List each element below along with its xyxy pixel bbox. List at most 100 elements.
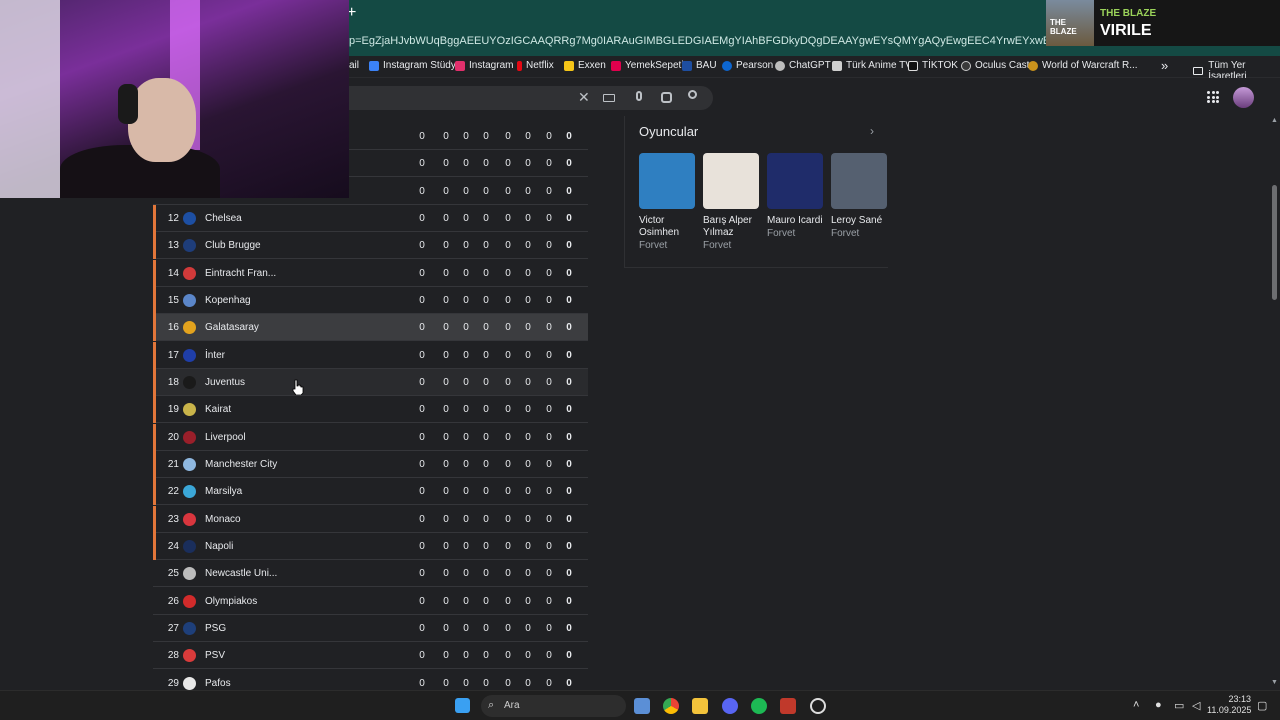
team-name[interactable]: Liverpool [205, 432, 246, 443]
table-row[interactable]: 14 Eintracht Fran... 0 0 0 0 0 0 0 0 [153, 259, 588, 287]
discord-icon[interactable] [722, 698, 738, 714]
players-next-button[interactable]: › [870, 124, 874, 138]
bookmark-chatgpt[interactable]: ChatGPT [775, 60, 831, 71]
stat-cell: 0 [483, 486, 489, 498]
table-row[interactable]: 16 Galatasaray 0 0 0 0 0 0 0 0 [153, 314, 588, 342]
team-name[interactable]: Newcastle Uni... [205, 568, 277, 579]
mic-icon[interactable]: ● [1155, 699, 1162, 711]
team-crest-icon [183, 512, 196, 526]
clock[interactable]: 23:13 11.09.2025 [1207, 694, 1251, 716]
scrollbar-thumb[interactable] [1272, 185, 1277, 300]
stat-cell: 0 [546, 486, 552, 498]
team-name[interactable]: Monaco [205, 514, 241, 525]
table-row[interactable]: 19 Kairat 0 0 0 0 0 0 0 0 [153, 396, 588, 424]
bookmark-netflix[interactable]: Netflix [517, 60, 554, 71]
team-name[interactable]: PSG [205, 623, 226, 634]
windows-start-icon[interactable] [455, 698, 470, 713]
table-row[interactable]: 12 Chelsea 0 0 0 0 0 0 0 0 [153, 204, 588, 232]
stat-cell: 0 [443, 458, 449, 470]
table-row[interactable]: 13 Club Brugge 0 0 0 0 0 0 0 0 [153, 232, 588, 260]
table-row[interactable]: 27 PSG 0 0 0 0 0 0 0 0 [153, 615, 588, 642]
table-row[interactable]: 23 Monaco 0 0 0 0 0 0 0 0 [153, 505, 588, 533]
stat-cell: 0 [525, 267, 531, 279]
scroll-up-arrow[interactable]: ▲ [1271, 117, 1278, 124]
taskview-icon[interactable] [634, 698, 650, 714]
files-icon[interactable] [692, 698, 708, 714]
bookmark-exxen[interactable]: Exxen [564, 60, 606, 71]
app-icon[interactable] [780, 698, 796, 714]
tray-chevron-icon[interactable]: ˄ [1133, 699, 1139, 711]
team-name[interactable]: PSV [205, 650, 225, 661]
search-icon[interactable] [688, 90, 697, 99]
table-row[interactable]: 26 Olympiakos 0 0 0 0 0 0 0 0 [153, 588, 588, 615]
team-name[interactable]: Chelsea [205, 213, 242, 224]
stat-cell: 0 [443, 650, 449, 662]
player-photo [831, 153, 887, 209]
player-card[interactable]: Victor Osimhen Forvet [639, 153, 697, 251]
team-name[interactable]: Kopenhag [205, 295, 251, 306]
table-row[interactable]: 21 Manchester City 0 0 0 0 0 0 0 0 [153, 450, 588, 478]
team-name[interactable]: Napoli [205, 541, 233, 552]
chrome-icon[interactable] [663, 698, 679, 714]
stat-cell: 0 [463, 431, 469, 443]
bookmark-instagram[interactable]: Instagram [455, 60, 513, 71]
url-text[interactable]: p=EgZjaHJvbWUqBggAEEUYOzIGCAAQRRg7Mg0IAR… [349, 35, 1049, 47]
search-input[interactable]: ✕ [349, 86, 713, 110]
table-row[interactable]: 17 İnter 0 0 0 0 0 0 0 0 [153, 341, 588, 369]
bookmark-yemeksepeti[interactable]: YemekSepeti [611, 60, 684, 71]
stat-cell: 0 [443, 486, 449, 498]
stat-cell: 0 [505, 431, 511, 443]
stat-cell: 0 [443, 185, 449, 197]
team-name[interactable]: Juventus [205, 377, 245, 388]
network-icon[interactable]: ▭ [1174, 699, 1184, 712]
team-name[interactable]: Club Brugge [205, 240, 261, 251]
stat-cell: 0 [419, 513, 425, 525]
player-card[interactable]: Leroy Sané Forvet [831, 153, 889, 239]
rank-number: 23 [167, 513, 179, 525]
scroll-down-arrow[interactable]: ▼ [1271, 679, 1278, 686]
bookmark-world-of-warcraft[interactable]: World of Warcraft R... [1028, 60, 1138, 71]
stat-cell: 0 [419, 185, 425, 197]
bookmark-tiktok[interactable]: TİKTOK [908, 60, 958, 71]
bookmark-turk-anime-tv[interactable]: Türk Anime TV [832, 60, 912, 71]
team-name[interactable]: İnter [205, 350, 225, 361]
stat-cell: 0 [505, 376, 511, 388]
table-row[interactable]: 24 Napoli 0 0 0 0 0 0 0 0 [153, 532, 588, 560]
bookmark-oculus-cast[interactable]: Oculus Cast [961, 60, 1029, 71]
bookmark-instagram-studyo[interactable]: Instagram Stüdyo [369, 60, 461, 71]
table-row[interactable]: 22 Marsilya 0 0 0 0 0 0 0 0 [153, 478, 588, 506]
team-name[interactable]: Eintracht Fran... [205, 268, 276, 279]
keyboard-icon[interactable] [603, 94, 615, 102]
table-row[interactable]: 15 Kopenhag 0 0 0 0 0 0 0 0 [153, 286, 588, 314]
google-apps-icon[interactable] [1207, 91, 1219, 103]
team-name[interactable]: Marsilya [205, 486, 242, 497]
qualification-marker [153, 368, 156, 396]
team-name[interactable]: Galatasaray [205, 322, 259, 333]
table-row[interactable]: 25 Newcastle Uni... 0 0 0 0 0 0 0 0 [153, 560, 588, 588]
lens-icon[interactable] [661, 92, 672, 103]
rank-number: 29 [167, 677, 179, 689]
table-row[interactable]: 18 Juventus 0 0 0 0 0 0 0 0 [153, 368, 588, 396]
team-name[interactable]: Manchester City [205, 459, 277, 470]
player-card[interactable]: Barış Alper Yılmaz Forvet [703, 153, 761, 251]
mic-icon[interactable] [636, 91, 642, 101]
clear-icon[interactable]: ✕ [578, 89, 590, 106]
bookmark-mail[interactable]: ail [349, 60, 359, 71]
bookmarks-more-button[interactable]: » [1161, 58, 1168, 73]
stat-cell: 0 [419, 294, 425, 306]
team-name[interactable]: Kairat [205, 404, 231, 415]
team-name[interactable]: Pafos [205, 678, 231, 689]
table-row[interactable]: 28 PSV 0 0 0 0 0 0 0 0 [153, 642, 588, 670]
notification-icon[interactable]: ▢ [1257, 699, 1267, 712]
taskbar-search[interactable]: ⌕ Ara [481, 695, 626, 717]
spotify-icon[interactable] [751, 698, 767, 714]
app2-icon[interactable] [810, 698, 826, 714]
account-avatar[interactable] [1233, 87, 1254, 108]
player-card[interactable]: Mauro Icardi Forvet [767, 153, 825, 239]
stat-cell: 0 [505, 294, 511, 306]
team-name[interactable]: Olympiakos [205, 596, 257, 607]
bookmark-pearson[interactable]: Pearson [722, 60, 773, 71]
table-row[interactable]: 20 Liverpool 0 0 0 0 0 0 0 0 [153, 423, 588, 451]
volume-icon[interactable]: ◁ [1192, 699, 1200, 712]
bookmark-bau[interactable]: BAU [682, 60, 717, 71]
